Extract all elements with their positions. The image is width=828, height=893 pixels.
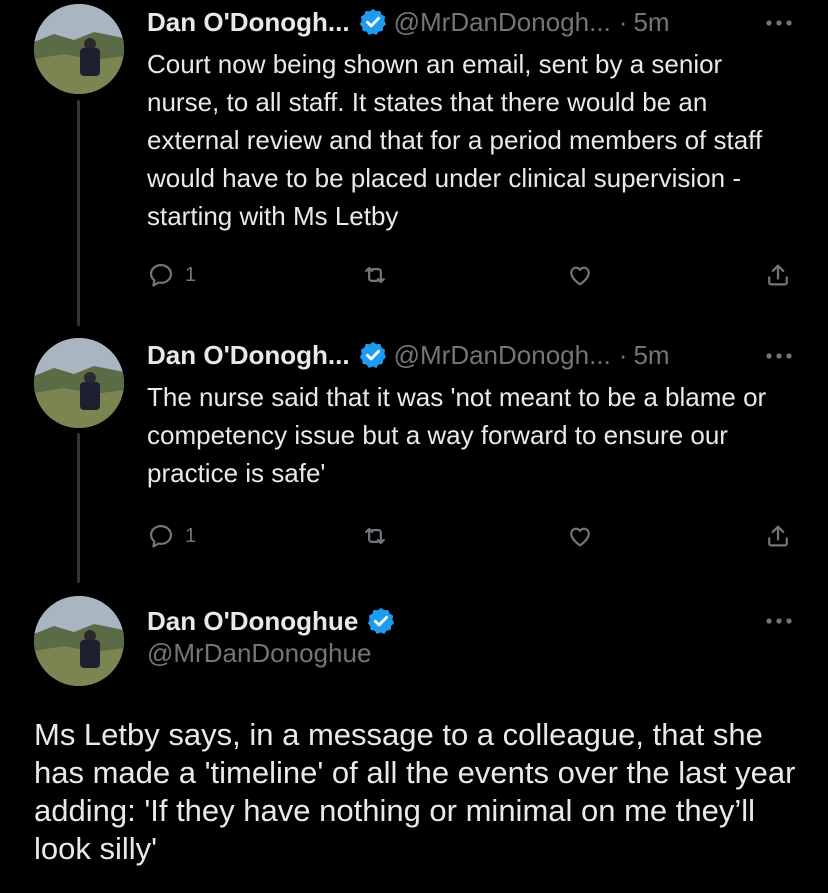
tweet[interactable]: Dan O'Donogh... @MrDanDonogh... · 5m The… (0, 0, 828, 590)
share-button[interactable] (763, 519, 793, 553)
avatar[interactable] (34, 596, 124, 686)
like-button[interactable] (565, 519, 595, 553)
tweet-header: Dan O'Donogh... @MrDanDonogh... · 5m (147, 335, 670, 375)
reply-count: 1 (185, 524, 197, 547)
verified-badge-icon (358, 340, 388, 370)
more-options-icon[interactable] (764, 341, 794, 371)
retweet-icon (360, 522, 390, 550)
more-options-icon[interactable] (764, 606, 794, 636)
tweet-actions: 1 (147, 519, 797, 553)
author-handle[interactable]: @MrDanDonoghue (147, 638, 371, 669)
timestamp[interactable]: 5m (633, 340, 669, 371)
share-icon (763, 522, 793, 550)
main-tweet-text: Ms Letby says, in a message to a colleag… (34, 717, 796, 866)
separator-dot: · (618, 339, 628, 370)
author-name[interactable]: Dan O'Donogh... (147, 340, 350, 371)
like-icon (565, 522, 595, 550)
reply-button[interactable]: 1 (147, 519, 196, 553)
author-name[interactable]: Dan O'Donoghue (147, 606, 358, 637)
reply-icon (147, 522, 175, 550)
tweet-text: The nurse said that it was 'not meant to… (147, 382, 767, 488)
main-tweet-header: Dan O'Donoghue (147, 601, 402, 641)
retweet-button[interactable] (360, 519, 390, 553)
verified-badge-icon (366, 606, 396, 636)
avatar[interactable] (34, 338, 124, 428)
author-handle[interactable]: @MrDanDonogh... (394, 340, 611, 371)
